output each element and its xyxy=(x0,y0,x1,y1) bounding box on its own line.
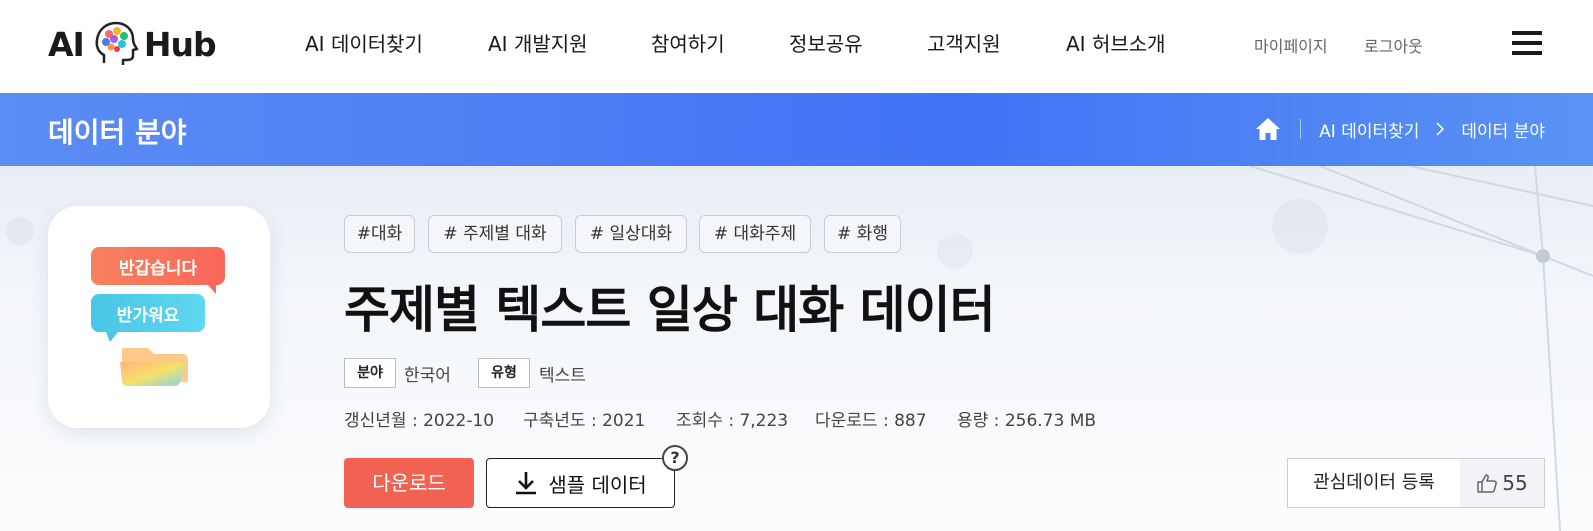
dataset-detail: 반갑습니다 반가워요 #대화 # 주제별 대화 # 일상대화 # 대화주제 # … xyxy=(0,166,1593,531)
tag-chip[interactable]: # 주제별 대화 xyxy=(428,215,562,253)
updated-date: 갱신년월 : 2022-10 xyxy=(344,411,495,431)
field-value: 한국어 xyxy=(404,366,451,386)
logo-text-hub: Hub xyxy=(143,24,217,64)
data-size: 용량 : 256.73 MB xyxy=(957,411,1097,431)
dataset-title: 주제별 텍스트 일상 대화 데이터 xyxy=(344,281,996,339)
download-icon xyxy=(516,472,537,495)
nav-item-participate[interactable]: 참여하기 xyxy=(651,28,725,57)
site-header: AI Hub AI 데이터찾기 AI 개발지원 참여하기 정보공유 고객지원 A… xyxy=(0,0,1593,93)
like-button[interactable]: 55 xyxy=(1460,459,1544,507)
built-year: 구축년도 : 2021 xyxy=(523,411,646,431)
logo-text-ai: AI xyxy=(48,24,85,64)
site-logo[interactable]: AI Hub xyxy=(48,16,217,72)
nav-item-about-hub[interactable]: AI 허브소개 xyxy=(1066,28,1166,57)
add-favorite-button[interactable]: 관심데이터 등록 xyxy=(1288,459,1460,507)
chevron-right-icon xyxy=(1436,122,1445,136)
thumbs-up-icon xyxy=(1477,474,1498,493)
nav-item-customer-support[interactable]: 고객지원 xyxy=(927,28,1001,57)
sample-data-button[interactable]: 샘플 데이터 xyxy=(486,458,675,508)
nav-item-find-data[interactable]: AI 데이터찾기 xyxy=(305,28,423,57)
nav-item-info-share[interactable]: 정보공유 xyxy=(789,28,863,57)
dataset-thumbnail: 반갑습니다 반가워요 xyxy=(48,206,270,428)
tag-chip[interactable]: #대화 xyxy=(344,215,415,253)
sample-data-label: 샘플 데이터 xyxy=(548,472,647,497)
breadcrumb-divider xyxy=(1300,119,1302,139)
mypage-link[interactable]: 마이페이지 xyxy=(1254,33,1328,57)
brain-head-icon xyxy=(95,21,139,65)
hamburger-icon[interactable] xyxy=(1512,30,1542,56)
download-count: 다운로드 : 887 xyxy=(815,411,927,431)
tag-chip[interactable]: # 일상대화 xyxy=(575,215,687,253)
breadcrumb-find-data[interactable]: AI 데이터찾기 xyxy=(1319,117,1419,142)
view-count: 조회수 : 7,223 xyxy=(676,411,789,431)
thumb-bubble-1: 반갑습니다 xyxy=(118,259,198,279)
home-icon[interactable] xyxy=(1254,116,1282,142)
logout-link[interactable]: 로그아웃 xyxy=(1364,33,1423,57)
help-icon[interactable]: ? xyxy=(662,445,688,471)
favorite-box: 관심데이터 등록 55 xyxy=(1287,458,1545,508)
like-count: 55 xyxy=(1502,471,1528,495)
page-title: 데이터 분야 xyxy=(48,116,187,149)
tag-chip[interactable]: # 화행 xyxy=(824,215,901,253)
breadcrumb: AI 데이터찾기 데이터 분야 xyxy=(1254,116,1545,142)
field-label: 분야 xyxy=(344,358,396,388)
type-value: 텍스트 xyxy=(539,366,586,386)
download-button[interactable]: 다운로드 xyxy=(344,458,474,508)
page-title-bar: 데이터 분야 AI 데이터찾기 데이터 분야 xyxy=(0,93,1593,166)
breadcrumb-data-field[interactable]: 데이터 분야 xyxy=(1461,117,1545,142)
tag-chip[interactable]: # 대화주제 xyxy=(699,215,811,253)
type-label: 유형 xyxy=(478,358,530,388)
thumb-bubble-2: 반가워요 xyxy=(116,306,180,326)
nav-item-dev-support[interactable]: AI 개발지원 xyxy=(488,28,588,57)
